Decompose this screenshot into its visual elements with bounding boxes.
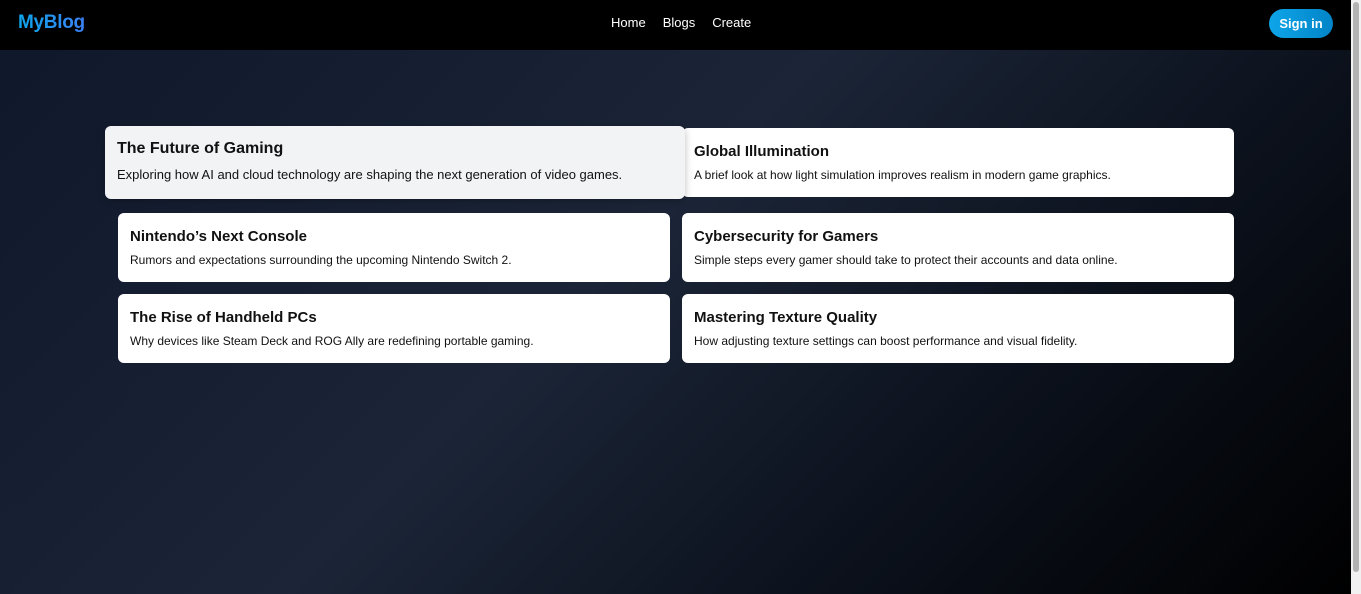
scrollbar-thumb[interactable]: [1353, 2, 1359, 572]
blog-card[interactable]: Global Illumination A brief look at how …: [682, 128, 1234, 197]
blog-card-description: Why devices like Steam Deck and ROG Ally…: [130, 334, 534, 348]
blog-card-description: A brief look at how light simulation imp…: [694, 168, 1111, 182]
blog-card[interactable]: The Rise of Handheld PCs Why devices lik…: [118, 294, 670, 363]
nav-link-create[interactable]: Create: [712, 15, 751, 30]
blog-card[interactable]: Cybersecurity for Gamers Simple steps ev…: [682, 213, 1234, 282]
nav-link-blogs[interactable]: Blogs: [663, 15, 696, 30]
blog-card[interactable]: The Future of Gaming Exploring how AI an…: [105, 126, 685, 199]
blog-card-title: Global Illumination: [694, 143, 829, 160]
blog-card-title: The Rise of Handheld PCs: [130, 309, 317, 326]
blog-card-description: Rumors and expectations surrounding the …: [130, 253, 512, 267]
blog-card[interactable]: Nintendo’s Next Console Rumors and expec…: [118, 213, 670, 282]
site-logo[interactable]: MyBlog: [18, 12, 85, 34]
sign-in-button[interactable]: Sign in: [1269, 9, 1333, 38]
blog-card[interactable]: Mastering Texture Quality How adjusting …: [682, 294, 1234, 363]
page-scrollbar[interactable]: [1351, 0, 1361, 594]
blog-card-description: How adjusting texture settings can boost…: [694, 334, 1078, 348]
blog-post-grid: The Future of Gaming Exploring how AI an…: [105, 126, 1234, 363]
nav-link-home[interactable]: Home: [611, 15, 646, 30]
blog-card-description: Exploring how AI and cloud technology ar…: [117, 167, 623, 182]
blog-card-title: Mastering Texture Quality: [694, 309, 878, 326]
blog-card-description: Simple steps every gamer should take to …: [694, 253, 1118, 267]
main-nav: Home Blogs Create: [611, 15, 751, 30]
blog-card-title: The Future of Gaming: [117, 140, 284, 157]
blog-card-title: Cybersecurity for Gamers: [694, 228, 879, 245]
top-navbar: MyBlog Home Blogs Create Sign in: [0, 0, 1351, 50]
blog-card-title: Nintendo’s Next Console: [130, 228, 307, 245]
